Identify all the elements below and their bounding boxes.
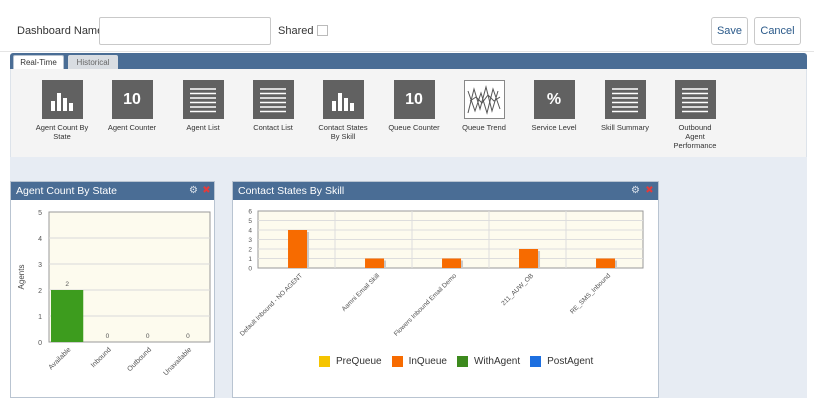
tab-real-time[interactable]: Real-Time <box>13 55 64 69</box>
bar <box>365 258 385 268</box>
legend-swatch <box>391 356 403 367</box>
cancel-button[interactable]: Cancel <box>754 17 801 45</box>
legend-item[interactable]: PostAgent <box>530 356 593 367</box>
list-icon <box>674 80 716 119</box>
palette-item-agent-counter[interactable]: 10 Agent Counter <box>97 80 167 132</box>
legend-label: PreQueue <box>336 356 382 367</box>
bar <box>442 258 462 268</box>
palette-item-contact-list[interactable]: Contact List <box>238 80 308 132</box>
legend-swatch <box>319 356 330 367</box>
y-tick-label: 2 <box>38 288 42 295</box>
palette-item-label: Skill Summary <box>601 123 649 132</box>
y-tick-label: 0 <box>38 340 42 347</box>
counter-icon: 10 <box>393 80 435 119</box>
y-tick-label: 4 <box>248 228 252 235</box>
y-tick-label: 5 <box>248 218 252 225</box>
close-icon[interactable]: ✖ <box>644 185 655 196</box>
gear-icon[interactable]: ⚙ <box>188 185 199 196</box>
bar <box>51 290 84 342</box>
palette-item-skill-summary[interactable]: Skill Summary <box>590 80 660 132</box>
bar-chart-icon <box>322 80 364 119</box>
palette-item-label: Agent List <box>186 123 220 132</box>
tab-historical[interactable]: Historical <box>68 55 118 69</box>
legend-swatch <box>456 356 468 367</box>
widget-title: Contact States By Skill <box>238 185 345 197</box>
y-tick-label: 3 <box>248 237 252 244</box>
data-label: 0 <box>146 333 150 340</box>
palette-item-outbound-agent-performance[interactable]: Outbound Agent Performance <box>660 80 730 150</box>
close-icon[interactable]: ✖ <box>201 185 212 196</box>
y-tick-label: 3 <box>38 262 42 269</box>
percent-icon: % <box>533 80 575 119</box>
palette-item-label: Queue Counter <box>388 123 440 132</box>
widget-header[interactable]: Contact States By Skill <box>233 182 658 200</box>
shared-checkbox[interactable] <box>317 25 328 36</box>
gear-icon[interactable]: ⚙ <box>630 185 641 196</box>
palette-item-contact-states-by-skill[interactable]: Contact States By Skill <box>308 80 378 141</box>
legend-item[interactable]: WithAgent <box>456 356 521 367</box>
widget-title: Agent Count By State <box>16 185 117 197</box>
x-tick-label: 211_AUW_OB <box>500 272 535 307</box>
list-icon <box>252 80 294 119</box>
data-label: 0 <box>106 333 110 340</box>
bar <box>519 249 539 268</box>
data-label: 0 <box>186 333 190 340</box>
chart-legend: PreQueue InQueue WithAgent PostAgent <box>319 356 603 367</box>
widget-contact-states-by-skill[interactable]: Contact States By Skill ⚙ ✖ 0 1 2 3 4 5 6 Defau… <box>232 181 659 398</box>
save-button[interactable]: Save <box>711 17 748 45</box>
palette-item-label: Contact List <box>253 123 293 132</box>
y-tick-label: 1 <box>38 314 42 321</box>
widget-agent-count-by-state[interactable]: Agent Count By State ⚙ ✖ 0 1 2 3 4 5 Agents 2 Av… <box>10 181 215 398</box>
legend-label: WithAgent <box>473 356 521 367</box>
x-tick-label: Flowers Inbound Email Demo <box>393 272 459 338</box>
palette-item-label: Agent Counter <box>107 123 157 132</box>
x-tick-label: Available <box>48 346 73 371</box>
bar-chart-icon <box>41 80 83 119</box>
widget-palette-header <box>10 53 807 69</box>
y-axis-label: Agents <box>17 265 26 290</box>
list-icon <box>182 80 224 119</box>
x-tick-label: Default Inbound - NO AGENT <box>239 272 304 337</box>
dashboard-name-label: Dashboard Name <box>17 25 104 37</box>
agent-count-chart: 0 1 2 3 4 5 Agents 2 Available 0 Inbound 0 Outbound 0… <box>17 210 211 377</box>
legend-label: PostAgent <box>547 356 594 367</box>
y-tick-label: 5 <box>38 210 42 217</box>
x-tick-label: RE_SMS_Inbound <box>569 272 612 315</box>
palette-item-queue-trend[interactable]: Queue Trend <box>449 80 519 132</box>
palette-item-label: Queue Trend <box>462 123 506 132</box>
palette-item-agent-list[interactable]: Agent List <box>168 80 238 132</box>
legend-label: InQueue <box>408 356 447 367</box>
legend-swatch <box>530 356 542 367</box>
palette-item-label: Service Level <box>531 123 577 132</box>
x-tick-label: Outbound <box>126 346 153 373</box>
top-bar: Dashboard Name Shared Save Cancel <box>0 0 814 52</box>
y-tick-label: 2 <box>248 247 252 254</box>
palette-item-agent-count-by-state[interactable]: Agent Count By State <box>27 80 97 141</box>
palette-item-label: Contact States By Skill <box>318 123 368 141</box>
x-tick-label: Unavailable <box>162 346 193 377</box>
y-tick-label: 4 <box>38 236 42 243</box>
contact-states-chart: 0 1 2 3 4 5 6 Default Inbound - NO AGENT Aamni E… <box>239 209 644 338</box>
x-tick-label: Aamni Email Skill <box>341 272 382 313</box>
legend-item[interactable]: PreQueue <box>319 356 382 367</box>
x-tick-label: Inbound <box>90 346 113 369</box>
shared-label: Shared <box>278 25 314 37</box>
y-tick-label: 0 <box>248 266 252 273</box>
bar <box>596 258 616 268</box>
legend-item[interactable]: InQueue <box>391 356 447 367</box>
y-tick-label: 1 <box>248 256 252 263</box>
counter-icon: 10 <box>111 80 153 119</box>
widget-header[interactable]: Agent Count By State <box>11 182 214 200</box>
list-icon <box>604 80 646 119</box>
bar <box>288 230 308 268</box>
data-label: 2 <box>65 281 69 288</box>
palette-item-label: Outbound Agent Performance <box>673 123 717 150</box>
y-tick-label: 6 <box>248 209 252 216</box>
trend-icon <box>463 80 505 119</box>
palette-item-label: Agent Count By State <box>35 123 89 141</box>
dashboard-name-input[interactable] <box>99 17 271 45</box>
palette-item-queue-counter[interactable]: 10 Queue Counter <box>379 80 449 132</box>
palette-item-service-level[interactable]: % Service Level <box>519 80 589 132</box>
